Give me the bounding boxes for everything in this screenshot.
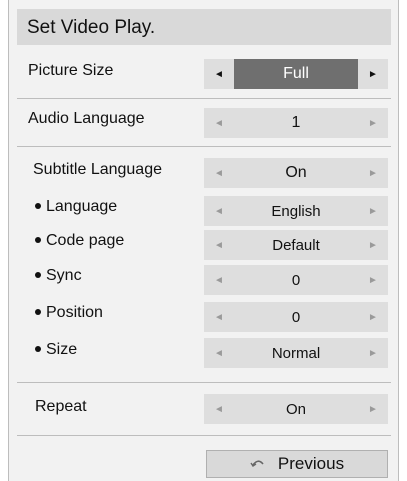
size-right-arrow-icon[interactable]: ►: [358, 338, 388, 368]
language-left-arrow-icon[interactable]: ◄: [204, 196, 234, 226]
language-label-text: Language: [46, 198, 118, 215]
subtitle-language-value: On: [285, 164, 307, 181]
sync-label-text: Sync: [46, 267, 82, 284]
bullet-icon: [35, 236, 41, 243]
separator: [17, 98, 391, 99]
separator: [17, 146, 391, 147]
previous-button-label: Previous: [277, 454, 345, 473]
sync-right-arrow-icon[interactable]: ►: [358, 265, 388, 295]
repeat-label: Repeat: [35, 398, 87, 415]
position-left-arrow-icon[interactable]: ◄: [204, 302, 234, 332]
code-page-right-arrow-icon[interactable]: ►: [358, 230, 388, 260]
language-value: English: [271, 202, 321, 220]
audio-language-selector[interactable]: ◄ 1 ►: [204, 108, 388, 138]
title-bar: Set Video Play.: [17, 9, 391, 45]
size-label: Size: [35, 341, 77, 359]
position-label-text: Position: [46, 304, 103, 321]
subtitle-language-selector[interactable]: ◄ On ►: [204, 158, 388, 188]
picture-size-right-arrow-icon[interactable]: ►: [358, 59, 388, 89]
subtitle-language-label: Subtitle Language: [33, 161, 162, 178]
separator: [17, 382, 391, 383]
picture-size-selector[interactable]: ◄ Full ►: [204, 59, 388, 89]
size-selector[interactable]: ◄ Normal ►: [204, 338, 388, 368]
bullet-icon: [35, 308, 41, 315]
size-left-arrow-icon[interactable]: ◄: [204, 338, 234, 368]
repeat-value: On: [285, 400, 306, 418]
size-label-text: Size: [46, 341, 78, 358]
picture-size-label: Picture Size: [28, 62, 114, 79]
position-value: 0: [291, 308, 301, 326]
code-page-label: Code page: [35, 232, 124, 250]
audio-language-left-arrow-icon[interactable]: ◄: [204, 108, 234, 138]
subtitle-language-left-arrow-icon[interactable]: ◄: [204, 158, 234, 188]
code-page-selector[interactable]: ◄ Default ►: [204, 230, 388, 260]
repeat-right-arrow-icon[interactable]: ►: [358, 394, 388, 424]
language-right-arrow-icon[interactable]: ►: [358, 196, 388, 226]
subtitle-language-right-arrow-icon[interactable]: ►: [358, 158, 388, 188]
language-label: Language: [35, 198, 117, 216]
size-value: Normal: [271, 344, 321, 362]
audio-language-label: Audio Language: [28, 110, 145, 127]
repeat-selector[interactable]: ◄ On ►: [204, 394, 388, 424]
audio-language-value: 1: [291, 114, 301, 131]
language-selector[interactable]: ◄ English ►: [204, 196, 388, 226]
sync-value: 0: [291, 271, 301, 289]
sync-left-arrow-icon[interactable]: ◄: [204, 265, 234, 295]
bullet-icon: [35, 345, 41, 352]
position-label: Position: [35, 304, 103, 322]
code-page-value: Default: [272, 236, 320, 254]
separator: [17, 435, 391, 436]
position-right-arrow-icon[interactable]: ►: [358, 302, 388, 332]
return-icon: [250, 457, 266, 471]
audio-language-right-arrow-icon[interactable]: ►: [358, 108, 388, 138]
bullet-icon: [35, 271, 41, 278]
bullet-icon: [35, 202, 41, 209]
code-page-label-text: Code page: [46, 232, 125, 249]
previous-button[interactable]: Previous: [206, 450, 388, 478]
picture-size-value: Full: [234, 59, 358, 89]
repeat-left-arrow-icon[interactable]: ◄: [204, 394, 234, 424]
position-selector[interactable]: ◄ 0 ►: [204, 302, 388, 332]
code-page-left-arrow-icon[interactable]: ◄: [204, 230, 234, 260]
picture-size-left-arrow-icon[interactable]: ◄: [204, 59, 234, 89]
panel-title: Set Video Play.: [27, 17, 156, 38]
sync-label: Sync: [35, 267, 82, 285]
sync-selector[interactable]: ◄ 0 ►: [204, 265, 388, 295]
